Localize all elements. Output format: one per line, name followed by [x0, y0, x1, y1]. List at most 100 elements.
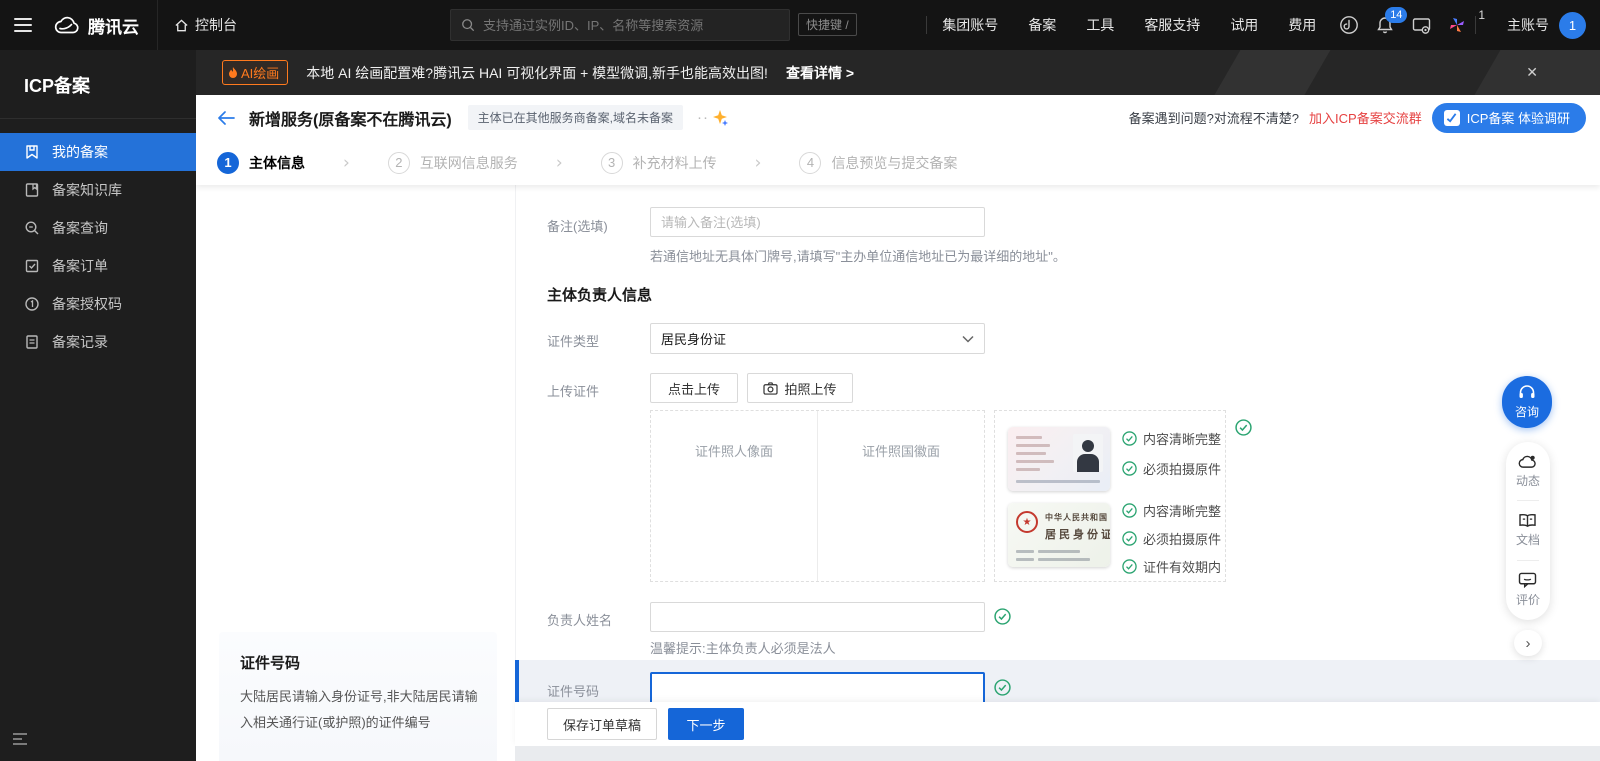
console-link[interactable]: 控制台 [157, 0, 253, 50]
sidebar-item-my-icp[interactable]: 我的备案 [0, 133, 196, 171]
ai-pinwheel-icon[interactable] [1439, 0, 1475, 50]
console-settings-icon[interactable] [1403, 0, 1439, 50]
consult-float-button[interactable]: 咨询 [1502, 376, 1552, 428]
bookmark-icon [26, 145, 38, 159]
chevron-down-icon [962, 335, 974, 343]
step-label: 主体信息 [249, 154, 305, 171]
banner-details-link[interactable]: 查看详情 > [786, 63, 854, 83]
main-content: 备注(选填) 若通信地址无具体门牌号,请填写"主办单位通信地址已为最详细的地址"… [196, 185, 1600, 761]
card-back-country: 中华人民共和国 [1045, 513, 1108, 522]
step-label: 补充材料上传 [632, 154, 717, 171]
check-item: 必须拍摄原件 [1122, 459, 1221, 478]
search-input[interactable] [483, 17, 779, 33]
step-chevron-icon: › [754, 152, 762, 173]
contact-name-input[interactable] [650, 602, 985, 632]
national-emblem: ★ [1016, 511, 1038, 533]
float-item-updates[interactable]: 动态 [1516, 454, 1540, 489]
sidebar-item-icp-orders[interactable]: 备案订单 [0, 247, 196, 285]
cert-number-input[interactable] [650, 672, 985, 706]
survey-button-label: ICP备案 体验调研 [1466, 111, 1570, 126]
sidebar-collapse-icon[interactable] [12, 732, 28, 751]
check-circle-icon [1122, 531, 1137, 546]
id-back-upload-cell[interactable]: 证件照国徽面 [817, 411, 984, 581]
sidebar-item-icp-records[interactable]: 备案记录 [0, 323, 196, 361]
ai-spark-icon[interactable] [711, 109, 729, 127]
page-title: 新增服务(原备案不在腾讯云) [249, 111, 452, 129]
check-circle-icon [1122, 461, 1137, 476]
float-collapse-chevron[interactable]: › [1514, 630, 1542, 656]
account-label[interactable]: 主账号 [1507, 15, 1549, 35]
scenario-tag: 主体已在其他服务商备案,域名未备案 [467, 105, 684, 130]
check-item: 内容清晰完整 [1122, 429, 1221, 448]
nav-item-icp[interactable]: 备案 [1013, 0, 1071, 50]
join-group-link[interactable]: 加入ICP备案交流群 [1309, 108, 1422, 127]
check-text: 必须拍摄原件 [1143, 532, 1222, 547]
flame-icon [229, 66, 237, 78]
next-step-button[interactable]: 下一步 [668, 708, 744, 740]
nav-item-support[interactable]: 客服支持 [1129, 0, 1215, 50]
step-label: 互联网信息服务 [419, 154, 518, 171]
step-wizard: 1 主体信息 › 2 互联网信息服务 › 3 补充材料上传 › 4 信息预览与提… [196, 140, 1600, 185]
top-nav: 腾讯云 控制台 快捷键 / 集团账号 备案 工具 客服支持 试用 费用 14 [0, 0, 1600, 50]
banner-close-icon[interactable]: ✕ [1526, 64, 1538, 81]
promo-banner: AI绘画 本地 AI 绘画配置难?腾讯云 HAI 可视化界面 + 模型微调,新手… [196, 50, 1600, 95]
headset-icon [1519, 384, 1535, 398]
header-right: 备案遇到问题?对流程不清楚? 加入ICP备案交流群 ICP备案 体验调研 [1129, 102, 1586, 133]
id-upload-dropzone[interactable]: 证件照人像面 证件照国徽面 [650, 410, 985, 582]
click-upload-button[interactable]: 点击上传 [650, 373, 738, 403]
check-item: 证件有效期内 [1122, 557, 1221, 576]
step-3-supplementary-materials: 3 补充材料上传 [600, 151, 717, 174]
cert-type-select[interactable]: 居民身份证 [650, 323, 985, 354]
home-icon [175, 18, 188, 31]
survey-button[interactable]: ICP备案 体验调研 [1431, 102, 1586, 133]
name-hint: 温馨提示:主体负责人必须是法人 [650, 641, 836, 656]
step-number: 4 [799, 151, 822, 174]
brand-name: 腾讯云 [88, 17, 139, 37]
hamburger-menu-icon[interactable] [0, 0, 46, 50]
nav-item-billing[interactable]: 费用 [1273, 0, 1331, 50]
save-draft-button[interactable]: 保存订单草稿 [547, 708, 657, 740]
step-label: 信息预览与提交备案 [831, 154, 958, 171]
shortcut-hint: 快捷键 / [798, 13, 857, 36]
check-item: 内容清晰完整 [1122, 501, 1221, 520]
help-panel-body: 大陆居民请输入身份证号,非大陆居民请输入相关通行证(或护照)的证件编号 [240, 689, 478, 730]
notifications-bell-icon[interactable]: 14 [1367, 0, 1408, 50]
back-arrow-icon[interactable] [218, 110, 235, 125]
sidebar-item-label: 备案查询 [52, 220, 108, 236]
id-front-upload-cell[interactable]: 证件照人像面 [651, 411, 817, 581]
float-item-docs[interactable]: 文档 [1516, 513, 1540, 548]
top-nav-right: 集团账号 备案 工具 客服支持 试用 费用 14 1 主账号 1 [926, 0, 1600, 50]
front-check-list: 内容清晰完整 必须拍摄原件 [1122, 429, 1221, 478]
float-item-feedback[interactable]: 评价 [1516, 572, 1540, 608]
order-check-icon [25, 259, 39, 273]
global-search[interactable] [450, 9, 790, 41]
sidebar-item-icp-query[interactable]: 备案查询 [0, 209, 196, 247]
remark-label: 备注(选填) [547, 219, 608, 234]
check-circle-icon [1122, 559, 1137, 574]
cloud-activity-icon [1519, 455, 1537, 468]
tencent-cloud-logo[interactable]: 腾讯云 [54, 13, 139, 38]
float-item-label: 评价 [1515, 593, 1540, 608]
page: 腾讯云 控制台 快捷键 / 集团账号 备案 工具 客服支持 试用 费用 14 [0, 0, 1600, 761]
circled-one-icon [25, 297, 39, 311]
step-2-internet-service: 2 互联网信息服务 [387, 151, 518, 174]
sidebar-item-auth-code[interactable]: 备案授权码 [0, 285, 196, 323]
sidebar-menu: 我的备案 备案知识库 备案查询 备案订单 备案授权码 备案记录 [0, 133, 196, 361]
voice-assistant-icon[interactable] [1331, 0, 1367, 50]
portrait-photo [1073, 434, 1103, 472]
survey-icon [1443, 109, 1460, 126]
avatar[interactable]: 1 [1559, 11, 1586, 39]
step-chevron-icon: › [555, 152, 563, 173]
nav-item-trial[interactable]: 试用 [1215, 0, 1273, 50]
ellipsis-dots: ·· [697, 109, 710, 126]
check-text: 证件有效期内 [1143, 560, 1222, 575]
float-item-label: 文档 [1515, 532, 1540, 547]
photo-upload-button[interactable]: 拍照上传 [747, 373, 853, 403]
remark-input[interactable] [650, 207, 985, 237]
nav-item-group-account[interactable]: 集团账号 [927, 0, 1013, 50]
sidebar-item-knowledge-base[interactable]: 备案知识库 [0, 171, 196, 209]
sidebar-item-label: 备案订单 [52, 258, 108, 274]
nav-item-tools[interactable]: 工具 [1071, 0, 1129, 50]
field-help-panel: 证件号码 大陆居民请输入身份证号,非大陆居民请输入相关通行证(或护照)的证件编号 [219, 632, 497, 761]
float-item-label: 动态 [1515, 473, 1540, 488]
